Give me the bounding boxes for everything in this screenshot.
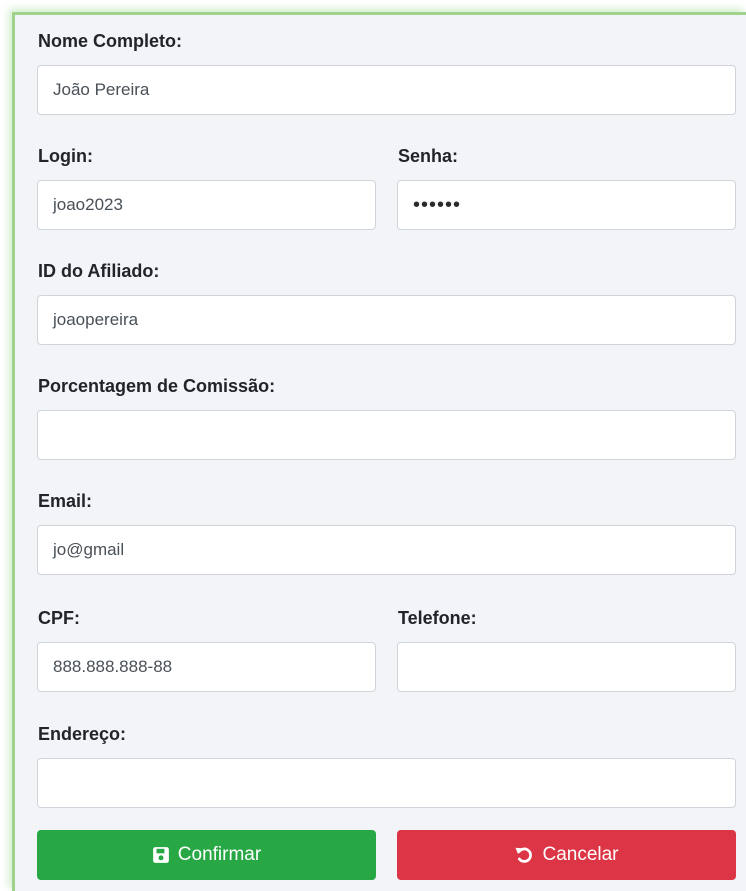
nome-completo-value: João Pereira (53, 80, 150, 99)
senha-label: Senha: (398, 146, 459, 166)
email-input[interactable]: jo@gmail (37, 525, 736, 575)
senha-input[interactable]: •••••• (397, 180, 736, 230)
save-icon (152, 846, 170, 864)
senha-value: •••••• (413, 193, 462, 216)
email-value: jo@gmail (53, 540, 125, 559)
cancel-button[interactable]: Cancelar (397, 830, 736, 880)
login-label: Login: (38, 146, 93, 166)
comissao-input[interactable] (37, 410, 736, 460)
telefone-label: Telefone: (398, 608, 477, 628)
cpf-value: 888.888.888-88 (53, 657, 173, 676)
nome-completo-input[interactable]: João Pereira (37, 65, 736, 115)
cpf-label: CPF: (38, 608, 80, 628)
endereco-input[interactable] (37, 758, 736, 808)
endereco-label: Endereço: (38, 724, 127, 744)
confirm-label: Confirmar (177, 844, 262, 865)
login-input[interactable]: joao2023 (37, 180, 376, 230)
confirm-button[interactable]: Confirmar (37, 830, 376, 880)
email-label: Email: (38, 491, 93, 511)
id-afiliado-value: joaopereira (53, 310, 139, 329)
nome-completo-label: Nome Completo: (38, 31, 182, 51)
undo-icon (514, 845, 534, 865)
cancel-label: Cancelar (542, 844, 619, 865)
cpf-input[interactable]: 888.888.888-88 (37, 642, 376, 692)
id-afiliado-input[interactable]: joaopereira (37, 295, 736, 345)
id-afiliado-label: ID do Afiliado: (38, 261, 160, 281)
login-value: joao2023 (53, 195, 123, 214)
telefone-input[interactable] (397, 642, 736, 692)
comissao-label: Porcentagem de Comissão: (38, 376, 276, 396)
